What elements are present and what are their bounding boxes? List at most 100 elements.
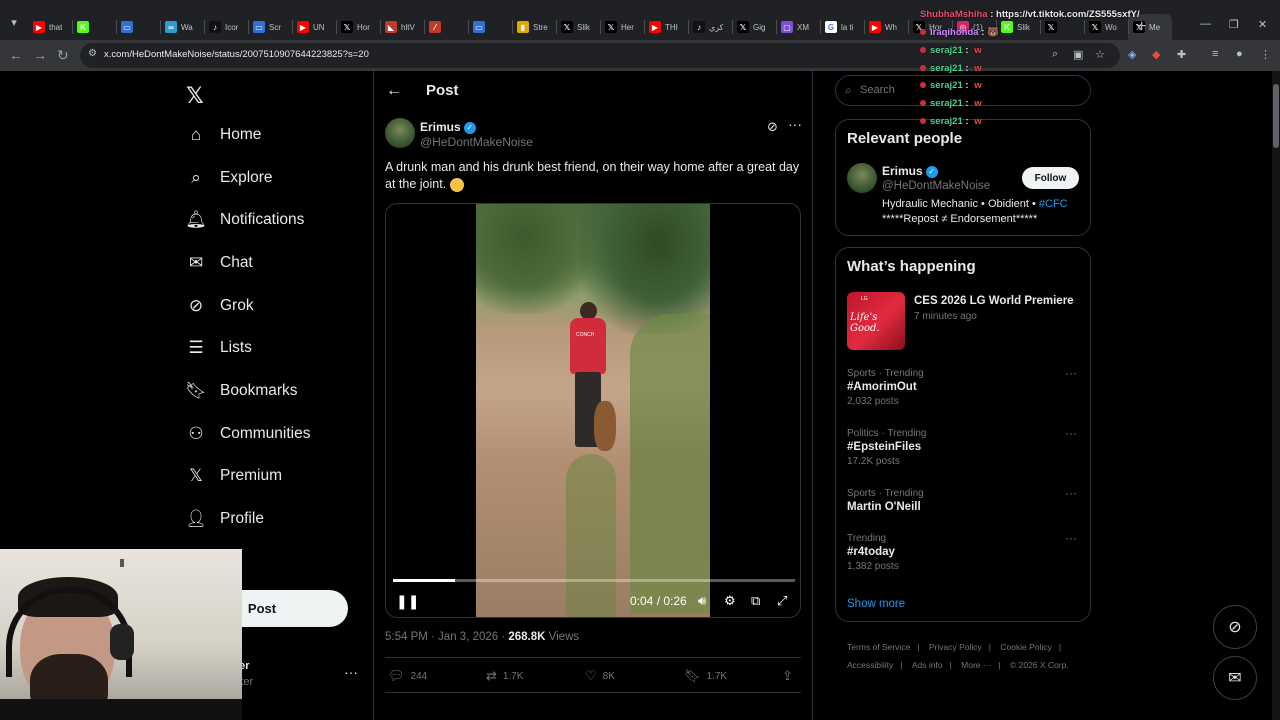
reload-icon[interactable]: ↻: [57, 47, 69, 64]
tab-groups-icon[interactable]: ≡: [1212, 48, 1218, 60]
trend-more-icon[interactable]: ···: [1065, 486, 1077, 500]
new-tab-button[interactable]: +: [1137, 18, 1146, 36]
x-logo-icon[interactable]: 𝕏: [186, 83, 204, 109]
footer-link[interactable]: Accessibility: [847, 660, 893, 670]
verified-badge-icon: ✓: [463, 121, 476, 134]
video-settings-icon[interactable]: ⚙: [724, 593, 736, 609]
browser-tab[interactable]: ◣ hltV: [380, 14, 424, 40]
nav-item-bookmarks[interactable]: 🔖︎ Bookmarks: [185, 377, 297, 405]
browser-tab[interactable]: ▢ XM: [776, 14, 820, 40]
minimize-button[interactable]: —: [1200, 18, 1211, 30]
browser-tab[interactable]: K: [72, 14, 116, 40]
nav-item-communities[interactable]: ⚇ Communities: [186, 420, 310, 448]
browser-tab[interactable]: ∞ Wa: [160, 14, 204, 40]
relevant-avatar[interactable]: [847, 163, 877, 193]
cast-icon[interactable]: ▣: [1073, 48, 1083, 61]
forward-icon[interactable]: →: [33, 47, 47, 63]
footer-more[interactable]: More ···: [961, 660, 991, 670]
footer-link[interactable]: Ads info: [912, 660, 943, 670]
trend-item[interactable]: Sports · Trending Martin O'Neill ···: [847, 486, 1083, 513]
trend-more-icon[interactable]: ···: [1065, 531, 1077, 545]
reply-button[interactable]: 💬︎ 244: [388, 668, 427, 684]
trend-item[interactable]: Trending #r4today 1,382 posts ···: [847, 531, 1083, 572]
adblock-icon[interactable]: ◆: [1152, 48, 1160, 61]
browser-tab[interactable]: 𝕏 Her: [600, 14, 644, 40]
menu-kebab-icon[interactable]: ⋮: [1260, 48, 1271, 61]
browser-tab[interactable]: ♪ Icor: [204, 14, 248, 40]
nav-item-explore[interactable]: ⌕ Explore: [186, 164, 272, 192]
slash-icon: ⁄: [429, 21, 441, 33]
nav-item-notifications[interactable]: 🔔︎ Notifications: [185, 206, 304, 234]
repost-button[interactable]: ⇄ 1.7K: [486, 668, 523, 684]
post-more-icon[interactable]: ···: [788, 116, 802, 132]
pause-icon[interactable]: ❚❚: [396, 593, 419, 610]
nav-item-chat[interactable]: ✉ Chat: [186, 249, 253, 277]
close-window-button[interactable]: ✕: [1258, 18, 1267, 31]
browser-tab[interactable]: Gla ti: [820, 14, 864, 40]
author-handle[interactable]: @HeDontMakeNoise: [420, 135, 533, 149]
video-player[interactable]: CONCH ❚❚ 0:04 / 0:26 🔊︎ ⚙ ⧉ ⤢: [385, 203, 801, 618]
feature-title[interactable]: CES 2026 LG World Premiere: [914, 295, 1074, 307]
browser-tab[interactable]: ▶ THI: [644, 14, 688, 40]
trend-item[interactable]: Politics · Trending #EpsteinFiles 17.2K …: [847, 426, 1083, 467]
trend-more-icon[interactable]: ···: [1065, 366, 1077, 380]
follow-button[interactable]: Follow: [1022, 167, 1079, 189]
grok-explain-icon[interactable]: ⊘: [767, 119, 778, 135]
nav-item-lists[interactable]: ☰ Lists: [186, 334, 252, 362]
messages-fab-icon[interactable]: ✉: [1213, 656, 1257, 700]
footer-link[interactable]: Privacy Policy: [929, 642, 982, 652]
back-icon[interactable]: ←: [9, 47, 23, 63]
nav-label: Profile: [220, 510, 264, 527]
grok-fab-icon[interactable]: ⊘: [1213, 605, 1257, 649]
bookmark-button[interactable]: 🔖︎ 1.7K: [684, 668, 727, 684]
browser-tab[interactable]: ▶ that: [28, 14, 72, 40]
tab-search-icon[interactable]: ▾: [6, 14, 22, 30]
fullscreen-icon[interactable]: ⤢: [777, 593, 787, 609]
browser-tab[interactable]: 𝕏 Hor: [336, 14, 380, 40]
browser-tab[interactable]: ▭: [468, 14, 512, 40]
trend-item[interactable]: Sports · Trending #AmorimOut 2,032 posts…: [847, 366, 1083, 407]
back-arrow-icon[interactable]: ←: [386, 82, 402, 100]
browser-tab[interactable]: ⁄: [424, 14, 468, 40]
relevant-bio: Hydraulic Mechanic • Obidient • #CFC: [882, 198, 1068, 210]
footer-link[interactable]: Cookie Policy: [1000, 642, 1052, 652]
nav-item-grok[interactable]: ⊘ Grok: [186, 292, 254, 320]
bio-hashtag-link[interactable]: #CFC: [1039, 198, 1068, 210]
site-info-icon[interactable]: ⚙: [88, 48, 97, 59]
author-name[interactable]: Erimus ✓: [420, 120, 476, 134]
browser-tab[interactable]: ▮ Stre: [512, 14, 556, 40]
relevant-name[interactable]: Erimus ✓: [882, 164, 938, 178]
video-frame[interactable]: CONCH: [476, 204, 710, 617]
scrollbar[interactable]: [1272, 71, 1280, 720]
author-avatar[interactable]: [385, 118, 415, 148]
show-more-link[interactable]: Show more: [847, 598, 905, 610]
trend-more-icon[interactable]: ···: [1065, 426, 1077, 440]
share-button[interactable]: ⇪: [782, 668, 799, 684]
browser-tab[interactable]: 𝕏 Slik: [556, 14, 600, 40]
volume-icon[interactable]: 🔊︎: [698, 593, 706, 609]
nav-item-profile[interactable]: 👤︎ Profile: [185, 505, 264, 533]
bookmark-star-icon[interactable]: ☆: [1095, 48, 1105, 61]
footer-link[interactable]: Terms of Service: [847, 642, 910, 652]
extension-icon[interactable]: ◈: [1128, 48, 1136, 61]
nav-item-home[interactable]: ⌂ Home: [186, 121, 262, 149]
maximize-button[interactable]: ❐: [1229, 18, 1239, 31]
browser-tab[interactable]: ▶ Wh: [864, 14, 908, 40]
video-progress-bar[interactable]: [393, 579, 795, 582]
account-more-icon[interactable]: ···: [344, 664, 358, 680]
picture-in-picture-icon[interactable]: ⧉: [751, 593, 760, 609]
browser-tab[interactable]: ▭ Scr: [248, 14, 292, 40]
scrollbar-thumb[interactable]: [1273, 84, 1279, 148]
feature-thumbnail[interactable]: LG Life's Good.: [847, 292, 905, 350]
browser-tab[interactable]: 𝕏 Gig: [732, 14, 776, 40]
profile-avatar-icon[interactable]: ●: [1236, 48, 1243, 60]
browser-tab[interactable]: ♪ کري: [688, 14, 732, 40]
zoom-icon[interactable]: ⌕: [1052, 48, 1058, 61]
nav-item-premium[interactable]: 𝕏 Premium: [186, 462, 282, 490]
relevant-handle[interactable]: @HeDontMakeNoise: [882, 180, 990, 192]
lists-icon: ☰: [188, 338, 204, 357]
browser-tab[interactable]: ▭: [116, 14, 160, 40]
like-button[interactable]: ♡ 8K: [585, 668, 615, 684]
extensions-puzzle-icon[interactable]: ✚: [1177, 48, 1186, 61]
browser-tab[interactable]: ▶ UN: [292, 14, 336, 40]
